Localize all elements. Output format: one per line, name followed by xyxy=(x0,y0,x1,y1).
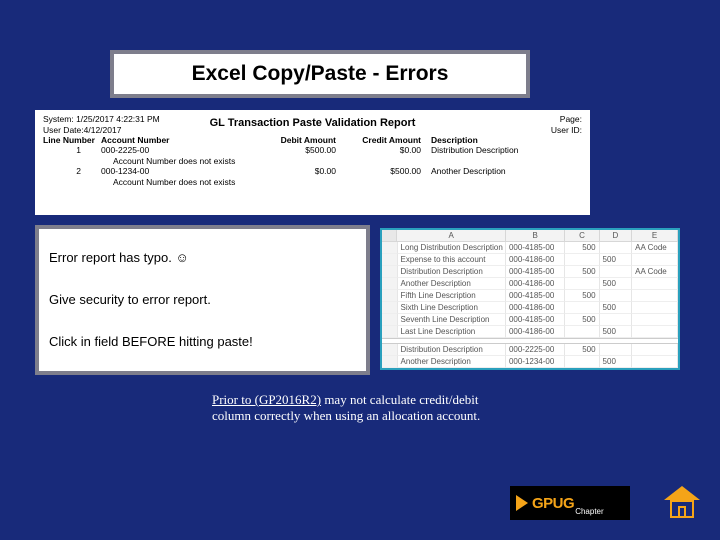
col-debit: Debit Amount xyxy=(251,135,336,145)
tips-box: Error report has typo. ☺ Give security t… xyxy=(35,225,370,375)
excel-row: Sixth Line Description000-4186-00500 xyxy=(382,302,678,314)
excel-header-row: A B C D E xyxy=(382,230,678,242)
userdate-value: 4/12/2017 xyxy=(84,125,122,135)
excel-row: Seventh Line Description000-4185-00500 xyxy=(382,314,678,326)
col-credit: Credit Amount xyxy=(336,135,421,145)
report-columns: Line Number Account Number Debit Amount … xyxy=(43,135,582,145)
col-line: Line Number xyxy=(43,135,101,145)
excel-row: Fifth Line Description000-4185-00500 xyxy=(382,290,678,302)
note-underlined: Prior to (GP2016R2) xyxy=(212,392,321,407)
tip-typo: Error report has typo. ☺ xyxy=(49,250,356,266)
system-value: 1/25/2017 4:22:31 PM xyxy=(76,114,160,124)
excel-row: Another Description000-1234-00500 xyxy=(382,356,678,368)
triangle-icon xyxy=(516,495,528,511)
table-row: 2 000-1234-00 $0.00 $500.00 Another Desc… xyxy=(43,166,582,177)
logo-sub: Chapter xyxy=(575,507,603,516)
userdate-label: User Date: xyxy=(43,125,84,135)
slide-title-box: Excel Copy/Paste - Errors xyxy=(110,50,530,98)
row-error: Account Number does not exists xyxy=(43,177,582,187)
userid-label: User ID: xyxy=(551,125,582,136)
row-error: Account Number does not exists xyxy=(43,156,582,166)
excel-row: Distribution Description000-2225-00500 xyxy=(382,344,678,356)
logo-brand: GPUG xyxy=(532,495,574,512)
system-label: System: xyxy=(43,114,74,124)
excel-snippet: A B C D E Long Distribution Description0… xyxy=(380,228,680,370)
excel-row: Another Description000-4186-00500 xyxy=(382,278,678,290)
slide-title: Excel Copy/Paste - Errors xyxy=(192,62,449,86)
gpug-logo: GPUG Chapter xyxy=(510,486,630,520)
excel-row: Distribution Description000-4185-00500AA… xyxy=(382,266,678,278)
home-icon[interactable] xyxy=(664,486,700,522)
excel-row: Expense to this account000-4186-00500 xyxy=(382,254,678,266)
validation-report: System: 1/25/2017 4:22:31 PM User Date:4… xyxy=(35,110,590,215)
version-note: Prior to (GP2016R2) may not calculate cr… xyxy=(212,392,512,425)
table-row: 1 000-2225-00 $500.00 $0.00 Distribution… xyxy=(43,145,582,156)
excel-row: Last Line Description000-4186-00500 xyxy=(382,326,678,338)
col-account: Account Number xyxy=(101,135,251,145)
tip-paste: Click in field BEFORE hitting paste! xyxy=(49,334,356,350)
smiley-icon: ☺ xyxy=(175,250,188,265)
page-label: Page: xyxy=(551,114,582,125)
excel-row: Long Distribution Description000-4185-00… xyxy=(382,242,678,254)
col-desc: Description xyxy=(421,135,582,145)
tip-security: Give security to error report. xyxy=(49,292,356,308)
